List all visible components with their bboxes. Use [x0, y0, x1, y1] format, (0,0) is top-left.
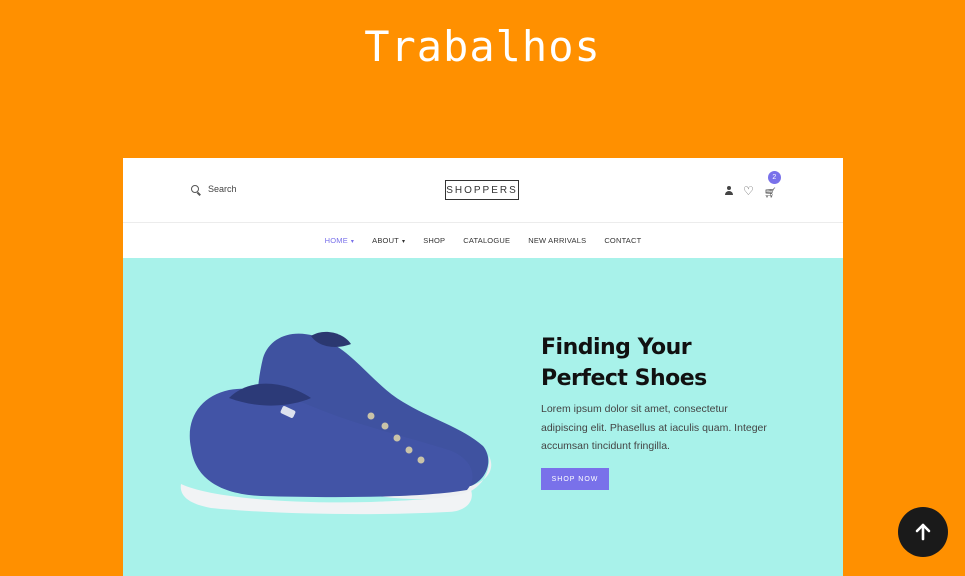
cart-badge: 2 — [767, 171, 781, 184]
shoe-image — [180, 331, 492, 515]
search-icon — [191, 185, 199, 193]
site-header: Search SHOPPERS ♡ 🛒︎ 2 — [123, 158, 843, 223]
cart: 🛒︎ 2 — [763, 171, 781, 200]
arrow-up-icon — [915, 523, 931, 541]
nav-item-home: HOME ▾ — [324, 236, 355, 245]
cart-icon: 🛒︎ — [763, 188, 777, 199]
nav-item-contact: CONTACT — [604, 236, 642, 245]
back-to-top-button[interactable] — [898, 507, 948, 557]
hero-title: Finding Your Perfect Shoes — [541, 332, 707, 394]
site-nav: HOME ▾ ABOUT ▾ SHOP CATALOGUE NEW ARRIVALS… — [123, 223, 843, 258]
chevron-down-icon: ▾ — [401, 239, 406, 245]
chevron-down-icon: ▾ — [350, 239, 355, 245]
shop-now-button: SHOP NOW — [541, 468, 609, 490]
hero-banner: Finding Your Perfect Shoes Lorem ipsum d… — [123, 258, 843, 576]
site-logo: SHOPPERS — [445, 180, 519, 200]
search-bar[interactable]: Search — [191, 184, 237, 194]
search-placeholder: Search — [208, 184, 237, 194]
project-screenshot[interactable]: Search SHOPPERS ♡ 🛒︎ 2 HOME ▾ ABOUT ▾ SHOP… — [123, 158, 843, 576]
nav-item-shop: SHOP — [423, 236, 446, 245]
user-icon — [725, 186, 733, 195]
nav-item-catalogue: CATALOGUE — [463, 236, 511, 245]
hero-title-line2: Perfect Shoes — [541, 366, 707, 391]
hero-description: Lorem ipsum dolor sit amet, consectetur … — [541, 403, 767, 452]
hero-title-line1: Finding Your — [541, 335, 692, 360]
nav-item-new-arrivals: NEW ARRIVALS — [528, 236, 587, 245]
section-title: Trabalhos — [364, 22, 601, 71]
header-icons: ♡ 🛒︎ 2 — [725, 171, 781, 200]
heart-icon: ♡ — [743, 183, 754, 198]
nav-item-about: ABOUT ▾ — [372, 236, 406, 245]
